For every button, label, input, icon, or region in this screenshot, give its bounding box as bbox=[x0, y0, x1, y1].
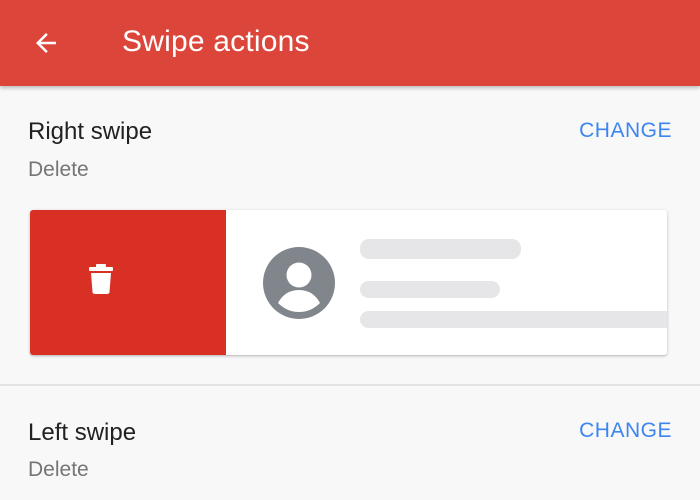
left-swipe-change-button[interactable]: CHANGE bbox=[579, 417, 672, 445]
right-swipe-action-value: Delete bbox=[28, 158, 89, 181]
swipe-action-background bbox=[30, 210, 226, 355]
placeholder-line-title bbox=[360, 239, 521, 259]
left-swipe-section: Left swipe Delete CHANGE bbox=[0, 386, 700, 500]
swipe-preview-card bbox=[30, 210, 667, 355]
page-title: Swipe actions bbox=[122, 25, 310, 58]
trash-icon bbox=[89, 264, 113, 294]
placeholder-line-body bbox=[360, 311, 667, 328]
back-button[interactable] bbox=[22, 19, 70, 67]
left-swipe-action-value: Delete bbox=[28, 458, 89, 481]
app-bar: Swipe actions bbox=[0, 0, 700, 86]
right-swipe-change-button[interactable]: CHANGE bbox=[579, 117, 672, 145]
right-swipe-section: Right swipe Delete CHANGE bbox=[0, 86, 700, 384]
placeholder-line-subtitle bbox=[360, 281, 500, 298]
arrow-back-icon bbox=[36, 33, 56, 53]
left-swipe-title: Left swipe bbox=[28, 419, 137, 446]
right-swipe-title: Right swipe bbox=[28, 118, 153, 145]
avatar-icon bbox=[263, 247, 335, 319]
